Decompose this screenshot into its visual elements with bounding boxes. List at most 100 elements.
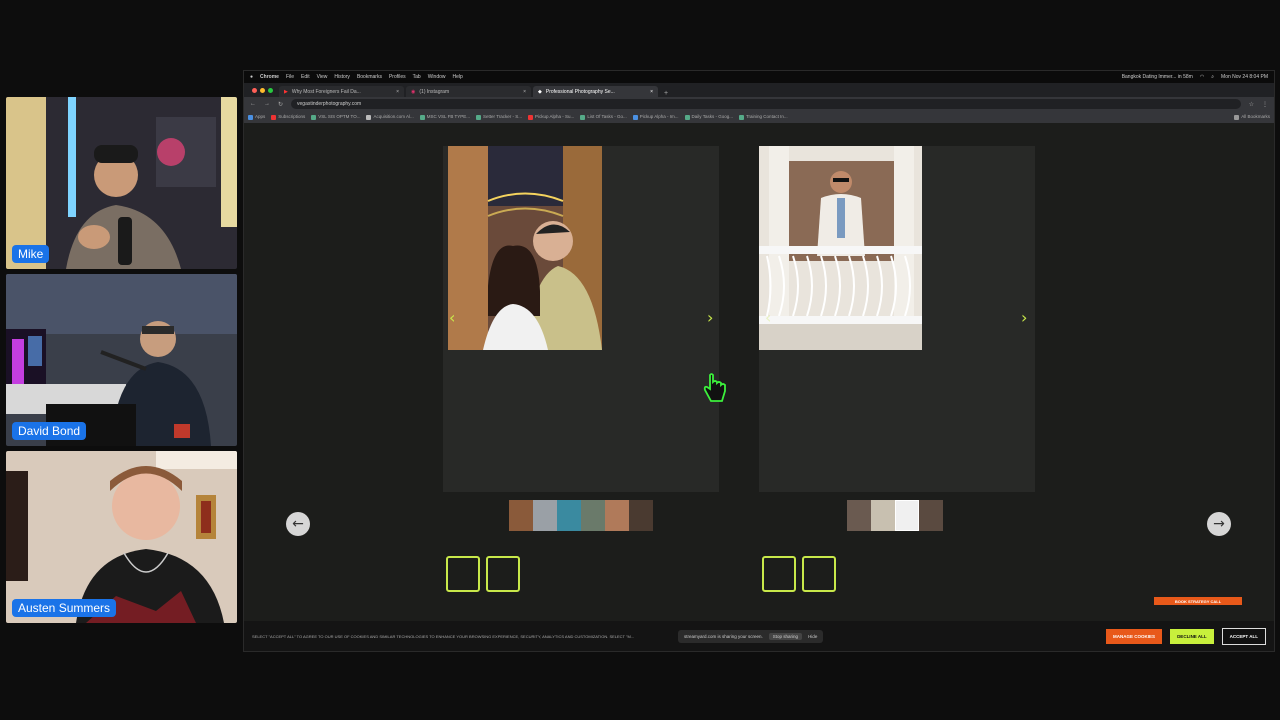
thumbnail[interactable]	[533, 500, 557, 531]
thumbnail[interactable]	[629, 500, 653, 531]
site-icon: ◆	[538, 88, 542, 95]
menu-item[interactable]: Window	[428, 74, 446, 80]
bookmark-item[interactable]: Subscriptions	[271, 114, 305, 120]
section-prev-button[interactable]: ←	[286, 512, 310, 536]
bookmark-item[interactable]: Acquisition.com Al...	[366, 114, 414, 120]
carousel-next-icon[interactable]: ›	[707, 308, 713, 327]
bookmark-item[interactable]: Pickup Alpha - Su...	[528, 114, 574, 120]
page-content: ‹ › ‹ › ← → BOOK STRATEGY CALL SELECT "A…	[244, 123, 1274, 651]
bookmark-item[interactable]: Pickup Alpha - Im...	[632, 114, 679, 120]
participant-tile-david: David Bond	[6, 274, 237, 446]
accept-all-button[interactable]: ACCEPT ALL	[1221, 627, 1266, 645]
close-tab-icon[interactable]: ×	[396, 89, 399, 95]
menu-item[interactable]: History	[334, 74, 350, 80]
participant-video	[6, 97, 237, 269]
quote-icon	[762, 556, 836, 592]
apple-icon[interactable]: ●	[250, 74, 253, 80]
thumbnail[interactable]	[557, 500, 581, 531]
menu-item[interactable]: Bookmarks	[357, 74, 382, 80]
menu-item[interactable]: File	[286, 74, 294, 80]
window-controls	[248, 83, 277, 97]
participant-name: David Bond	[12, 422, 87, 440]
participant-tile-mike: Mike	[6, 97, 237, 269]
portfolio-photo[interactable]	[759, 146, 922, 350]
decline-all-button[interactable]: DECLINE ALL	[1170, 628, 1214, 644]
hand-cursor-icon	[703, 373, 726, 402]
browser-tab-active[interactable]: ◆ Professional Photography Se... ×	[533, 86, 658, 97]
menu-item[interactable]: Edit	[301, 74, 310, 80]
menu-item[interactable]: Profiles	[389, 74, 406, 80]
url-text: vegastinderphotography.com	[297, 101, 362, 107]
shared-screen: ● Chrome File Edit View History Bookmark…	[243, 70, 1275, 652]
screen-share-notice: streamyard.com is sharing your screen. S…	[678, 629, 824, 643]
wifi-icon[interactable]: ◠	[1200, 74, 1204, 80]
participant-name: Mike	[12, 245, 50, 263]
browser-tab[interactable]: ▶ Why Most Foreigners Fail Da... ×	[279, 86, 404, 97]
thumbnail[interactable]	[847, 500, 871, 531]
browser-tabbar: ▶ Why Most Foreigners Fail Da... × ◉ (1)…	[244, 83, 1274, 97]
browser-tab[interactable]: ◉ (1) Instagram ×	[406, 86, 531, 97]
now-playing[interactable]: Bangkok Dating Immer... in 58m	[1122, 74, 1193, 80]
address-bar: ← → ↻ vegastinderphotography.com ☆ ⋮	[244, 97, 1274, 111]
menu-item[interactable]: Help	[453, 74, 463, 80]
quote-icon	[446, 556, 520, 592]
thumbnail[interactable]	[871, 500, 895, 531]
portfolio-card: ‹ ›	[759, 146, 1035, 492]
share-message: streamyard.com is sharing your screen.	[684, 633, 763, 639]
thumbnail[interactable]	[919, 500, 943, 531]
bookmark-item[interactable]: VSL SIS OPTM TO...	[311, 114, 360, 120]
bookmark-item[interactable]: MSC VSL FB TYPE...	[419, 114, 470, 120]
participant-video	[6, 274, 237, 446]
hide-button[interactable]: Hide	[808, 634, 817, 639]
more-icon[interactable]: ⋮	[1262, 101, 1268, 108]
minimize-window-icon[interactable]	[260, 87, 265, 93]
search-icon[interactable]: ⌕	[1211, 74, 1214, 80]
portfolio-card: ‹ ›	[443, 146, 719, 492]
participant-video	[6, 451, 237, 623]
zoom-window-icon[interactable]	[268, 87, 273, 93]
tab-title: Professional Photography Se...	[545, 88, 615, 95]
thumbnail-strip	[847, 500, 943, 531]
menu-item[interactable]: View	[317, 74, 328, 80]
cookie-banner: SELECT "ACCEPT ALL" TO AGREE TO OUR USE …	[244, 621, 1274, 651]
portfolio-photo[interactable]	[448, 146, 602, 350]
section-next-button[interactable]: →	[1207, 512, 1231, 536]
manage-cookies-button[interactable]: MANAGE COOKIES	[1106, 628, 1163, 644]
bookmark-item[interactable]: List Of Tasks - Go...	[580, 114, 627, 120]
url-input[interactable]: vegastinderphotography.com	[291, 99, 1241, 109]
thumbnail[interactable]	[509, 500, 533, 531]
bookmark-item[interactable]: Apps	[248, 114, 265, 120]
close-tab-icon[interactable]: ×	[650, 89, 653, 95]
new-tab-icon[interactable]: +	[660, 90, 672, 97]
close-tab-icon[interactable]: ×	[523, 89, 526, 95]
forward-icon[interactable]: →	[264, 101, 270, 107]
close-window-icon[interactable]	[252, 87, 257, 93]
participant-name: Austen Summers	[12, 599, 117, 617]
carousel-next-icon[interactable]: ›	[1021, 308, 1027, 327]
carousel-prev-icon[interactable]: ‹	[449, 308, 455, 327]
menu-app[interactable]: Chrome	[260, 74, 279, 80]
participant-tile-austen: Austen Summers	[6, 451, 237, 623]
bookmark-item[interactable]: Daily Tasks - Goog...	[684, 114, 733, 120]
clock[interactable]: Mon Nov 24 8:04 PM	[1221, 74, 1268, 80]
thumbnail[interactable]	[581, 500, 605, 531]
menu-item[interactable]: Tab	[413, 74, 421, 80]
thumbnail[interactable]	[895, 500, 919, 531]
bookmark-item[interactable]: Training Contact In...	[738, 114, 788, 120]
thumbnail[interactable]	[605, 500, 629, 531]
book-strategy-call-button[interactable]: BOOK STRATEGY CALL	[1154, 597, 1242, 605]
all-bookmarks[interactable]: All Bookmarks	[1234, 114, 1270, 120]
bookmark-star-icon[interactable]: ☆	[1249, 101, 1254, 108]
back-icon[interactable]: ←	[250, 101, 256, 107]
youtube-icon: ▶	[284, 88, 288, 95]
instagram-icon: ◉	[411, 88, 416, 95]
tab-title: Why Most Foreigners Fail Da...	[291, 88, 361, 95]
os-menubar: ● Chrome File Edit View History Bookmark…	[244, 71, 1274, 83]
stop-sharing-button[interactable]: Stop sharing	[768, 632, 803, 640]
carousel-prev-icon[interactable]: ‹	[765, 308, 771, 327]
bookmark-item[interactable]: Setter Tracker - S...	[476, 114, 522, 120]
thumbnail-strip	[509, 500, 653, 531]
tab-title: (1) Instagram	[419, 88, 450, 95]
reload-icon[interactable]: ↻	[278, 101, 283, 108]
cookie-text: SELECT "ACCEPT ALL" TO AGREE TO OUR USE …	[252, 633, 635, 639]
